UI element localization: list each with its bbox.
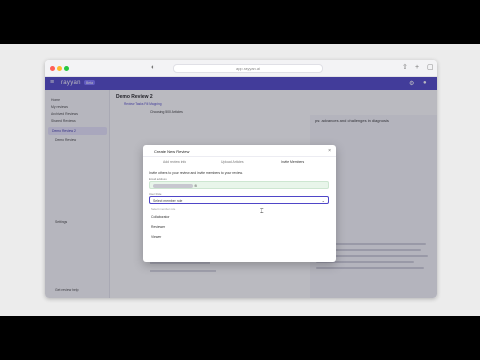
- browser-chrome: ◐ app.rayyan.ai ⇧ + ▢: [45, 60, 437, 77]
- modal-instructions: Invite others to your review and invite …: [149, 171, 243, 175]
- modal-divider: [143, 156, 336, 157]
- close-icon[interactable]: ×: [328, 148, 331, 154]
- browser-window: ◐ app.rayyan.ai ⇧ + ▢ ≡ rayyan Beta ⚙ ● …: [45, 60, 437, 298]
- option-reviewer[interactable]: Reviewer: [151, 225, 165, 229]
- role-select[interactable]: Select member role ⌄: [149, 196, 329, 204]
- new-tab-icon[interactable]: +: [415, 64, 419, 72]
- email-field[interactable]: ⊗: [149, 181, 329, 189]
- role-select-value: Select member role: [153, 198, 183, 203]
- step-invite-members[interactable]: Invite Members: [281, 160, 304, 164]
- modal-title: Create New Review: [154, 149, 190, 154]
- remove-chip-icon[interactable]: ⊗: [194, 183, 197, 188]
- cursor-icon: ⌶: [260, 209, 264, 215]
- chevron-down-icon: ⌄: [321, 197, 325, 203]
- tabs-icon[interactable]: ▢: [427, 64, 434, 72]
- address-bar[interactable]: app.rayyan.ai: [173, 64, 323, 73]
- video-frame: ◐ app.rayyan.ai ⇧ + ▢ ≡ rayyan Beta ⚙ ● …: [0, 44, 480, 316]
- option-collaborator[interactable]: Collaborator: [151, 215, 169, 219]
- option-viewer[interactable]: Viewer: [151, 235, 161, 239]
- step-upload-articles[interactable]: Upload Articles: [221, 160, 244, 164]
- maximize-window-dot[interactable]: [64, 66, 69, 71]
- create-review-modal: Create New Review × Add review info Uplo…: [143, 145, 336, 262]
- email-chip: [153, 183, 193, 188]
- step-add-info[interactable]: Add review info: [163, 160, 186, 164]
- close-window-dot[interactable]: [50, 66, 55, 71]
- dropdown-header: Select member role: [151, 207, 176, 211]
- share-icon[interactable]: ⇧: [402, 64, 408, 72]
- minimize-window-dot[interactable]: [57, 66, 62, 71]
- shield-icon: ◐: [151, 64, 156, 71]
